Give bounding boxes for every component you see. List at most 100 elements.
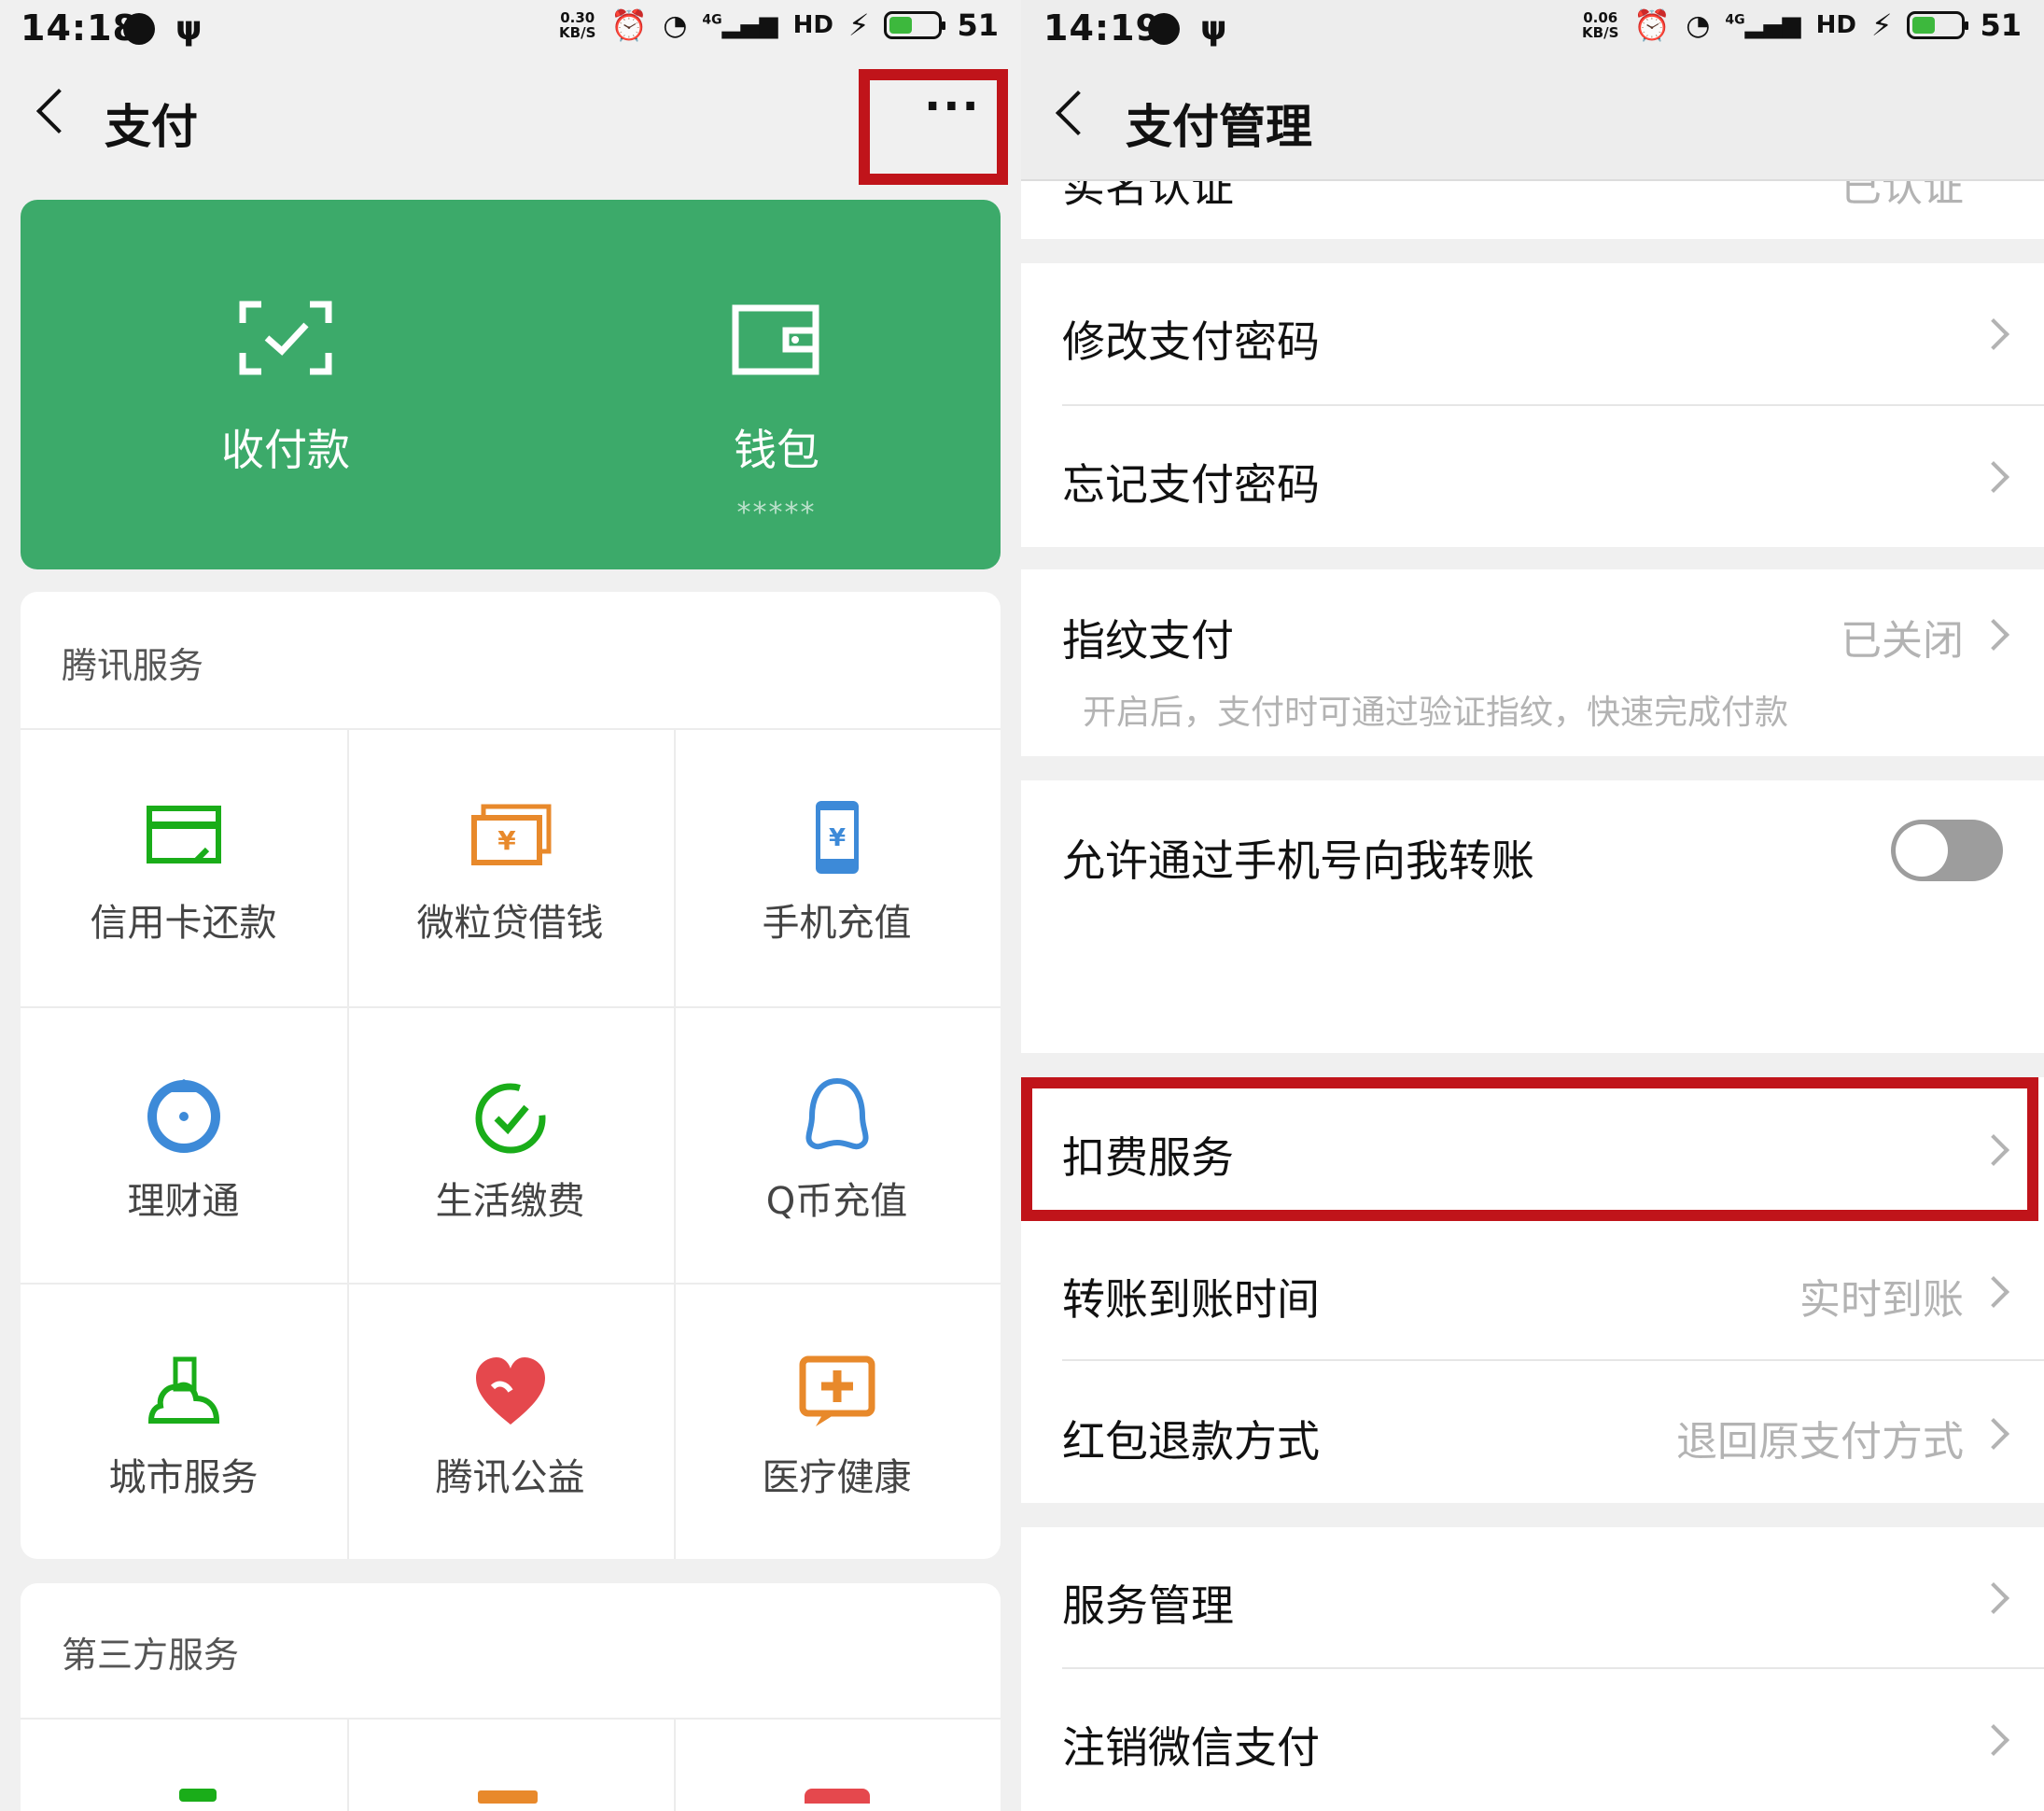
row-label: 指纹支付 — [1062, 615, 1234, 666]
battery-level: 51 — [957, 7, 999, 43]
service-item[interactable]: 信用卡还款 — [21, 728, 346, 1004]
status-time: 14:19 — [1043, 7, 1161, 49]
service-icon-partial[interactable] — [179, 1789, 217, 1802]
settings-row-real-name[interactable]: 实名认证 已认证 — [1021, 181, 2044, 239]
settings-row-cancel-wechat-pay[interactable]: 注销微信支付 — [1021, 1669, 2044, 1809]
settings-row-redpacket-refund[interactable]: 红包退款方式 退回原支付方式 — [1021, 1361, 2044, 1503]
svg-text:¥: ¥ — [497, 825, 516, 856]
back-icon[interactable] — [1055, 90, 1101, 136]
chevron-right-icon — [1978, 1724, 2009, 1756]
service-item-label: 微粒贷借钱 — [416, 902, 604, 945]
toggle-knob — [1896, 824, 1948, 877]
service-item-label: 医疗健康 — [762, 1456, 912, 1499]
wallet-icon — [732, 304, 819, 375]
chevron-right-icon — [1978, 1418, 2009, 1450]
service-item[interactable]: 理财通 — [21, 1006, 346, 1283]
credit-card-icon — [146, 806, 221, 863]
service-item-label: Q币充值 — [765, 1180, 908, 1223]
settings-row-service-manage[interactable]: 服务管理 — [1021, 1527, 2044, 1667]
service-item[interactable]: 生活缴费 — [347, 1006, 673, 1283]
more-button-highlight — [859, 69, 1008, 185]
row-label: 红包退款方式 — [1062, 1416, 1320, 1467]
service-item-label: 腾讯公益 — [435, 1456, 585, 1499]
service-item-label: 手机充值 — [762, 902, 912, 945]
battery-level: 51 — [1980, 7, 2022, 43]
row-label: 转账到账时间 — [1062, 1274, 1320, 1325]
net-speed: 0.06 KB/S — [1582, 9, 1619, 41]
divider — [674, 1718, 676, 1811]
pay-receive-button[interactable]: 收付款 — [118, 200, 454, 569]
section-title: 第三方服务 — [62, 1635, 240, 1676]
row-label: 修改支付密码 — [1062, 316, 1320, 367]
settings-row-transfer-time[interactable]: 转账到账时间 实时到账 — [1021, 1219, 2044, 1359]
service-item-label: 信用卡还款 — [90, 902, 277, 945]
qq-coin-icon — [805, 1077, 869, 1150]
password-group: 修改支付密码 忘记支付密码 — [1021, 263, 2044, 547]
row-label: 服务管理 — [1062, 1580, 1234, 1631]
pay-receive-label: 收付款 — [221, 425, 350, 475]
status-time: 14:18 — [21, 7, 138, 49]
usb-icon: ψ — [175, 9, 203, 48]
payment-management-screen: 14:19 ψ 0.06 KB/S ⏰ ◔ 4G▂▄▆ HD ⚡ 51 支付管理 … — [1021, 0, 2044, 1811]
bill-pay-icon — [475, 1083, 545, 1154]
service-icon-partial[interactable] — [478, 1790, 538, 1804]
battery-icon — [1907, 11, 1969, 39]
back-icon[interactable] — [35, 88, 82, 134]
service-item-label: 城市服务 — [108, 1456, 259, 1499]
page-title: 支付管理 — [1126, 100, 1312, 154]
row-label: 注销微信支付 — [1062, 1722, 1320, 1773]
service-item[interactable]: 腾讯公益 — [347, 1283, 673, 1559]
city-service-icon — [147, 1356, 219, 1424]
row-label: 允许通过手机号向我转账 — [1062, 835, 1534, 886]
nav-bar: 支付管理 — [1021, 60, 2044, 181]
status-bar: 14:18 ψ 0.30 KB/S ⏰ ◔ 4G▂▄▆ HD ⚡ 51 — [0, 0, 1021, 60]
app-notification-icon — [1148, 13, 1180, 45]
wallet-button[interactable]: 钱包 ***** — [609, 200, 945, 569]
chevron-right-icon — [1978, 318, 2009, 350]
wealth-icon — [147, 1079, 220, 1153]
signal-icon: 4G▂▄▆ — [702, 11, 778, 39]
hd-icon: HD — [1815, 11, 1856, 39]
row-label: 实名认证 — [1062, 181, 1234, 212]
row-value: 已认证 — [1841, 181, 1964, 211]
deduction-highlight — [1021, 1077, 2038, 1221]
row-value: 已关闭 — [1841, 617, 1964, 665]
service-item[interactable]: Q币充值 — [674, 1006, 1000, 1283]
section-title: 腾讯服务 — [62, 645, 204, 686]
alarm-icon: ⏰ — [1633, 7, 1672, 43]
charging-icon: ⚡ — [1871, 7, 1893, 43]
phone-transfer-toggle[interactable] — [1891, 820, 2003, 881]
chevron-right-icon — [1978, 1276, 2009, 1308]
row-label: 忘记支付密码 — [1062, 459, 1320, 510]
row-value: 实时到账 — [1799, 1276, 1964, 1324]
settings-row-fingerprint[interactable]: 指纹支付 已关闭 开启后，支付时可通过验证指纹，快速完成付款 — [1021, 569, 2044, 756]
medical-icon — [799, 1355, 875, 1426]
service-item[interactable]: 城市服务 — [21, 1283, 346, 1559]
settings-row-change-password[interactable]: 修改支付密码 — [1021, 263, 2044, 404]
signal-icon: 4G▂▄▆ — [1725, 11, 1801, 39]
charging-icon: ⚡ — [848, 7, 870, 43]
wallet-card: 收付款 钱包 ***** — [21, 200, 1001, 569]
phone-topup-icon: ¥ — [815, 801, 859, 874]
scan-pay-icon — [239, 301, 332, 375]
row-description: 开启后，支付时可通过验证指纹，快速完成付款 — [1083, 694, 1789, 732]
payment-screen: 14:18 ψ 0.30 KB/S ⏰ ◔ 4G▂▄▆ HD ⚡ 51 支付 ··… — [0, 0, 1021, 1811]
service-icon-partial[interactable] — [805, 1789, 870, 1804]
service-item[interactable]: ¥ 手机充值 — [674, 728, 1000, 1004]
third-party-card: 第三方服务 — [21, 1583, 1001, 1811]
svg-text:¥: ¥ — [828, 824, 845, 852]
settings-row-forget-password[interactable]: 忘记支付密码 — [1021, 406, 2044, 547]
alarm-icon: ⏰ — [610, 7, 649, 43]
battery-icon — [884, 11, 946, 39]
wallet-balance-mask: ***** — [736, 497, 817, 529]
service-item[interactable]: ¥ 微粒贷借钱 — [347, 728, 673, 1004]
wifi-icon: ◔ — [1686, 8, 1711, 42]
chevron-right-icon — [1978, 619, 2009, 651]
service-item[interactable]: 医疗健康 — [674, 1283, 1000, 1559]
chevron-right-icon — [1978, 461, 2009, 493]
wifi-icon: ◔ — [663, 8, 688, 42]
status-bar: 14:19 ψ 0.06 KB/S ⏰ ◔ 4G▂▄▆ HD ⚡ 51 — [1021, 0, 2044, 60]
usb-icon: ψ — [1200, 9, 1227, 48]
divider — [21, 1718, 1001, 1720]
service-group: 服务管理 注销微信支付 — [1021, 1527, 2044, 1811]
